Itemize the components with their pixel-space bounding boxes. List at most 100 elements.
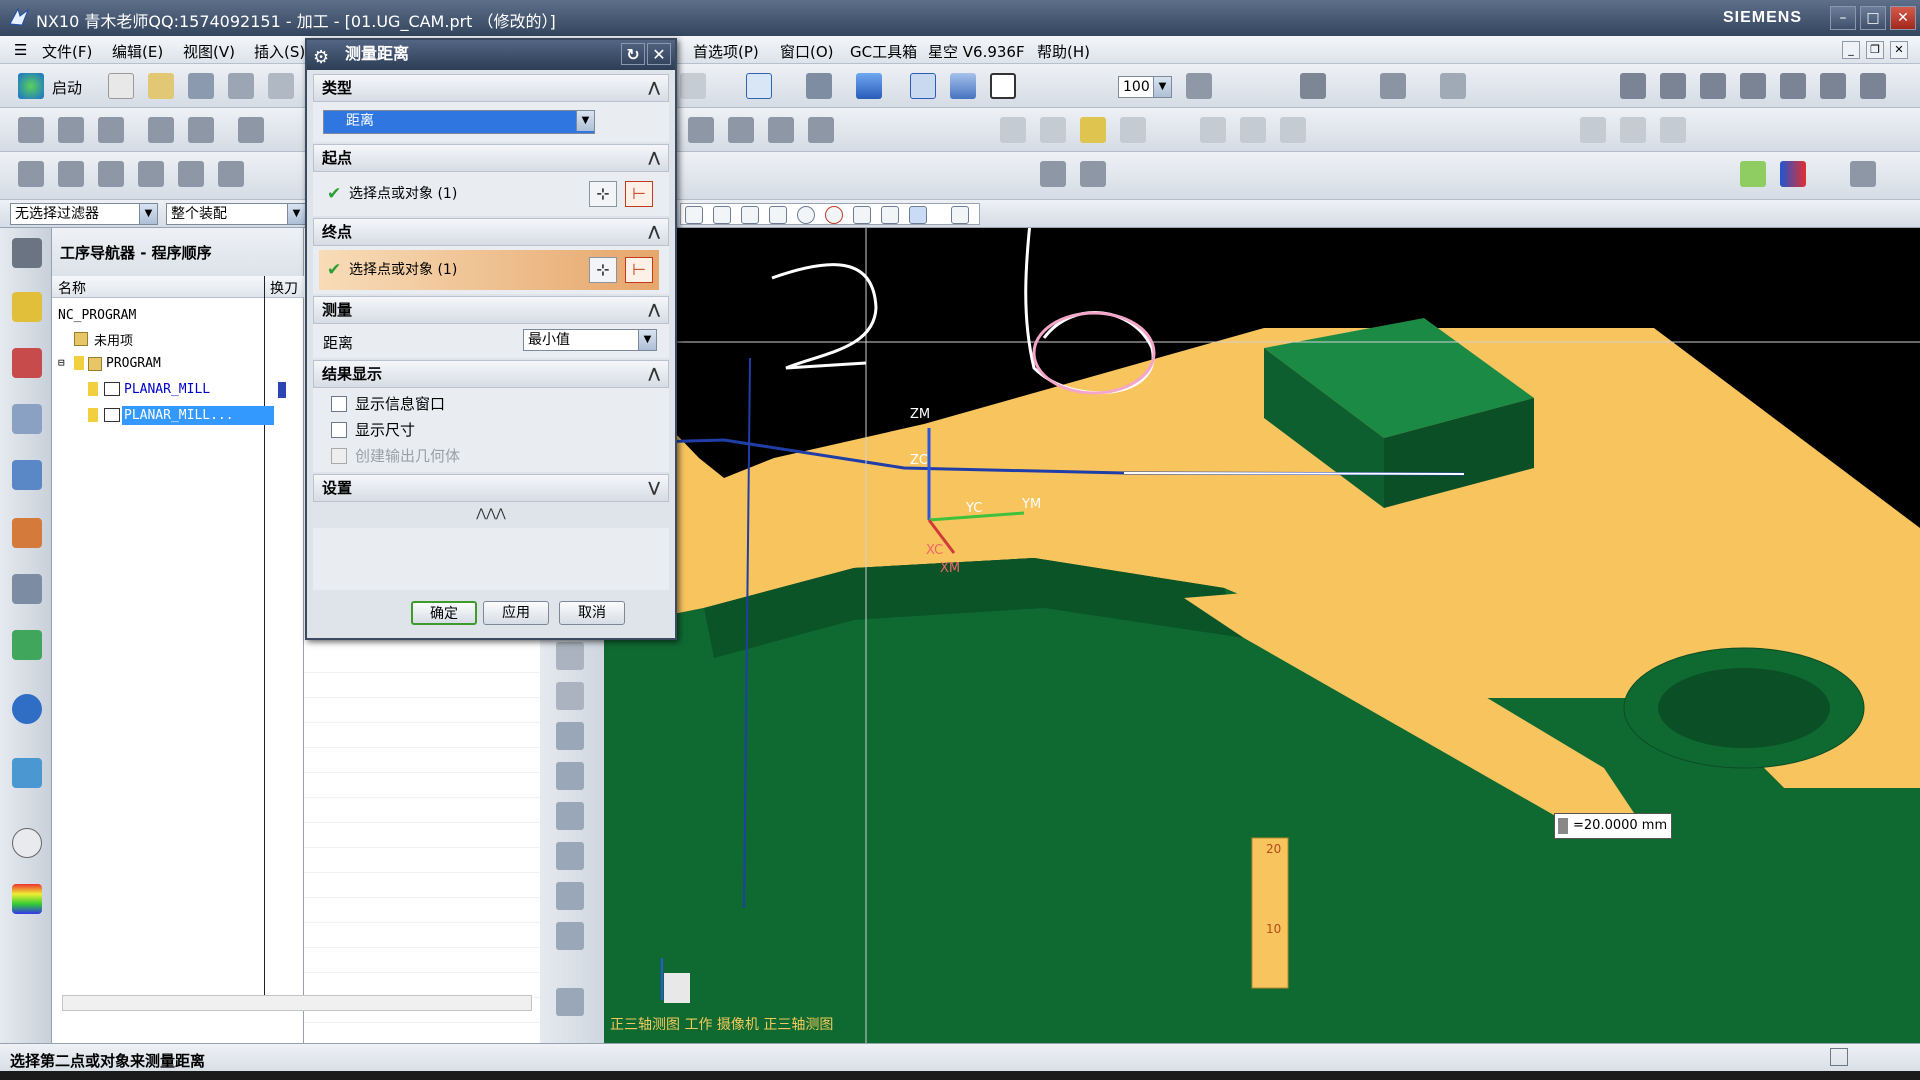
measure-section-header[interactable]: 测量 ⋀	[313, 296, 669, 324]
program-order-nav-icon[interactable]	[12, 348, 42, 378]
close-window-button[interactable]: ✕	[1890, 6, 1916, 30]
info-icon[interactable]	[12, 694, 42, 724]
collapse-icon[interactable]: ⊟	[58, 356, 65, 369]
feature-icon[interactable]	[18, 161, 44, 187]
point-icon[interactable]	[1080, 117, 1106, 143]
strip-tool-icon-3[interactable]	[556, 722, 584, 750]
geometry-nav-icon[interactable]	[12, 460, 42, 490]
solid-view-icon-7[interactable]	[1860, 73, 1886, 99]
solid-view-icon-2[interactable]	[1660, 73, 1686, 99]
cancel-button[interactable]: 取消	[559, 601, 625, 625]
end-point-section-header[interactable]: 终点 ⋀	[313, 218, 669, 246]
simulate-icon[interactable]	[768, 117, 794, 143]
distance-mode-select[interactable]: 最小值 ▼	[523, 329, 657, 351]
move-icon[interactable]	[178, 161, 204, 187]
reset-view-icon[interactable]	[1740, 161, 1766, 187]
snap-on-curve-icon[interactable]	[881, 206, 899, 224]
render-icon[interactable]	[1850, 161, 1876, 187]
tree-node-program[interactable]: PROGRAM	[106, 356, 161, 371]
solid-view-icon-3[interactable]	[1700, 73, 1726, 99]
tree-node-nc-program[interactable]: NC_PROGRAM	[58, 308, 136, 323]
save-as-icon[interactable]	[228, 73, 254, 99]
menu-preferences[interactable]: 首选项(P)	[693, 41, 759, 62]
snap-view-icon[interactable]	[1300, 73, 1326, 99]
create-method-icon[interactable]	[148, 117, 174, 143]
measure-type-select[interactable]: 距离 ▼	[323, 110, 595, 134]
library-icon[interactable]	[12, 630, 42, 660]
inferred-point-icon[interactable]: ⊢	[625, 181, 653, 207]
status-view-icon[interactable]	[1830, 1048, 1848, 1066]
dialog-close-icon[interactable]: ✕	[647, 43, 671, 65]
strip-tool-icon-1[interactable]	[556, 642, 584, 670]
dialog-title-bar[interactable]: ⚙ 测量距离 ↻ ✕	[307, 40, 675, 70]
color-cube-icon[interactable]	[1780, 161, 1806, 187]
section-icon[interactable]	[1380, 73, 1406, 99]
transform-icon[interactable]	[58, 161, 84, 187]
doc-close-button[interactable]: ✕	[1890, 41, 1908, 59]
trim-icon[interactable]	[1580, 117, 1606, 143]
solid-view-icon-1[interactable]	[1620, 73, 1646, 99]
spline-icon[interactable]	[1200, 117, 1226, 143]
mill-icon[interactable]	[238, 117, 264, 143]
text-icon[interactable]	[1240, 117, 1266, 143]
snap-center-icon[interactable]	[797, 206, 815, 224]
zoom-percent-select[interactable]: 100 ▼	[1118, 76, 1172, 98]
strip-tool-icon-2[interactable]	[556, 682, 584, 710]
snap-endpoint-icon[interactable]	[713, 206, 731, 224]
apply-button[interactable]: 应用	[483, 601, 549, 625]
grid-icon[interactable]	[1440, 73, 1466, 99]
copy-icon[interactable]	[218, 161, 244, 187]
snap-line-icon[interactable]	[685, 206, 703, 224]
strip-tool-icon-9[interactable]	[556, 988, 584, 1016]
doc-restore-button[interactable]: ❐	[1866, 41, 1884, 59]
generate-path-icon[interactable]	[688, 117, 714, 143]
snap-quadrant-icon[interactable]	[825, 206, 843, 224]
zoom-icon[interactable]	[680, 73, 706, 99]
menu-window[interactable]: 窗口(O)	[780, 41, 834, 62]
method-nav-icon[interactable]	[12, 404, 42, 434]
rotate-view-icon[interactable]	[806, 73, 832, 99]
start-icon[interactable]	[18, 73, 44, 99]
new-file-icon[interactable]	[108, 73, 134, 99]
menu-help[interactable]: 帮助(H)	[1037, 41, 1090, 62]
start-point-selector[interactable]: ✔ 选择点或对象 (1) ⊹ ⊢	[319, 174, 659, 214]
ok-button[interactable]: 确定	[411, 601, 477, 625]
minimize-button[interactable]: –	[1830, 6, 1856, 30]
snap-existing-point-icon[interactable]	[853, 206, 871, 224]
tree-node-unused[interactable]: 未用项	[94, 330, 133, 349]
graphics-viewport[interactable]: ZM ZC YC YM XC XM 20 10 =20.0000 mm 正三轴测…	[604, 228, 1920, 1043]
extend-icon[interactable]	[1620, 117, 1646, 143]
point-dialog-icon[interactable]: ⊹	[589, 181, 617, 207]
menu-file[interactable]: 文件(F)	[42, 41, 92, 62]
undo-icon[interactable]	[98, 161, 124, 187]
snap-options-icon[interactable]	[951, 206, 969, 224]
show-dimension-checkbox[interactable]: 显示尺寸	[331, 420, 415, 440]
solid-view-icon-4[interactable]	[1740, 73, 1766, 99]
column-tool-change[interactable]: 换刀	[270, 278, 298, 298]
offset-curve-icon[interactable]	[1280, 117, 1306, 143]
show-info-window-checkbox[interactable]: 显示信息窗口	[331, 394, 445, 414]
fillet-curve-icon[interactable]	[1660, 117, 1686, 143]
machine-tool-nav-icon[interactable]	[12, 292, 42, 322]
more-options-chevron-icon[interactable]: ⋀⋀⋀	[313, 506, 669, 524]
tree-node-planar-mill-1[interactable]: PLANAR_MILL	[124, 382, 210, 397]
background-icon[interactable]	[990, 73, 1016, 99]
menu-edit[interactable]: 编辑(E)	[112, 41, 163, 62]
reuse-library-icon[interactable]	[12, 574, 42, 604]
end-point-selector[interactable]: ✔ 选择点或对象 (1) ⊹ ⊢	[319, 250, 659, 290]
strip-tool-icon-6[interactable]	[556, 842, 584, 870]
settings-gear-icon[interactable]	[12, 238, 42, 268]
column-name[interactable]: 名称	[58, 278, 86, 298]
fit-view-icon[interactable]	[746, 73, 772, 99]
create-operation-icon[interactable]	[188, 117, 214, 143]
postprocess-icon[interactable]	[808, 117, 834, 143]
selection-filter-select[interactable]: 无选择过滤器 ▼	[10, 203, 158, 225]
maximize-button[interactable]: □	[1860, 6, 1886, 30]
navigator-horizontal-scrollbar[interactable]	[62, 995, 532, 1011]
dialog-reset-icon[interactable]: ↻	[621, 43, 645, 65]
create-tool-icon[interactable]	[58, 117, 84, 143]
web-browser-icon[interactable]	[12, 758, 42, 788]
verify-path-icon[interactable]	[728, 117, 754, 143]
open-file-icon[interactable]	[148, 73, 174, 99]
arc-icon[interactable]	[1040, 117, 1066, 143]
